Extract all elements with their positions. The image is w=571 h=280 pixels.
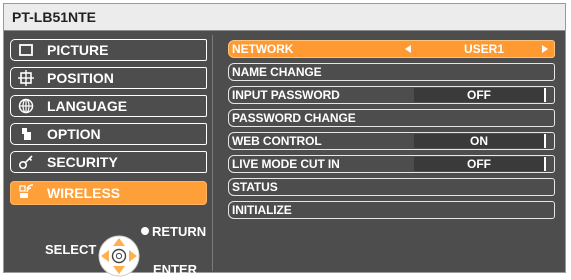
menu-row-label: NETWORK: [232, 42, 294, 56]
sidebar-item-security[interactable]: SECURITY: [10, 151, 207, 173]
live-mode-cut-in-value: OFF: [414, 157, 546, 171]
sidebar-item-language[interactable]: LANGUAGE: [10, 95, 207, 117]
menu-row-label: PASSWORD CHANGE: [232, 111, 356, 125]
menu-row-label: INITIALIZE: [232, 203, 292, 217]
enter-label: ENTER: [153, 262, 198, 277]
menu-row-initialize[interactable]: INITIALIZE: [228, 201, 555, 219]
menu-row-network[interactable]: NETWORK USER1: [228, 40, 555, 58]
menu-row-name-change[interactable]: NAME CHANGE: [228, 63, 555, 81]
sidebar-item-wireless[interactable]: WIRELESS: [10, 181, 207, 205]
option-wrench-icon: [22, 128, 31, 140]
sidebar-item-picture[interactable]: PICTURE: [10, 39, 207, 61]
wireless-icon: [19, 184, 34, 198]
menu-row-label: NAME CHANGE: [232, 65, 322, 79]
sidebar: PICTURE POSITION LANGUAGE OPTION SECURIT…: [7, 35, 208, 277]
sidebar-item-label: PICTURE: [47, 42, 109, 58]
menu-row-label: INPUT PASSWORD: [232, 88, 340, 102]
left-arrow-icon[interactable]: [405, 45, 411, 53]
picture-icon: [19, 44, 33, 56]
direction-pad-icon: [98, 235, 140, 277]
web-control-value: ON: [414, 134, 546, 148]
sidebar-item-label: SECURITY: [47, 154, 118, 170]
sidebar-item-label: LANGUAGE: [47, 98, 128, 114]
sidebar-item-position[interactable]: POSITION: [10, 67, 207, 89]
menu-row-input-password[interactable]: INPUT PASSWORD OFF: [228, 86, 555, 104]
select-label: SELECT: [45, 242, 97, 257]
sidebar-item-option[interactable]: OPTION: [10, 123, 207, 145]
network-value: USER1: [463, 42, 504, 56]
menu-row-label: WEB CONTROL: [232, 134, 322, 148]
menu-row-web-control[interactable]: WEB CONTROL ON: [228, 132, 555, 150]
menu-divider: [212, 35, 213, 271]
title-bar: PT-LB51NTE: [4, 4, 565, 31]
menu-row-password-change[interactable]: PASSWORD CHANGE: [228, 109, 555, 127]
menu-row-live-mode-cut-in[interactable]: LIVE MODE CUT IN OFF: [228, 155, 555, 173]
wireless-settings-panel: NETWORK USER1 NAME CHANGE INPUT PASSWORD…: [223, 35, 567, 270]
sidebar-item-label: OPTION: [47, 126, 101, 142]
menu-row-label: STATUS: [232, 180, 278, 194]
menu-row-status[interactable]: STATUS: [228, 178, 555, 196]
input-password-value: OFF: [414, 88, 546, 102]
navigation-help: RETURN SELECT ENTER: [7, 220, 208, 277]
right-arrow-icon[interactable]: [542, 45, 548, 53]
sidebar-item-label: WIRELESS: [47, 185, 121, 201]
language-globe-icon: [18, 98, 34, 114]
window-title: PT-LB51NTE: [12, 9, 97, 25]
sidebar-item-label: POSITION: [47, 70, 114, 86]
position-icon: [18, 70, 34, 86]
projector-menu-window: PT-LB51NTE PICTURE POSITION LANGUAGE OPT…: [3, 3, 567, 277]
security-key-icon: [18, 155, 33, 170]
return-label: RETURN: [152, 224, 207, 239]
menu-row-label: LIVE MODE CUT IN: [232, 157, 340, 171]
